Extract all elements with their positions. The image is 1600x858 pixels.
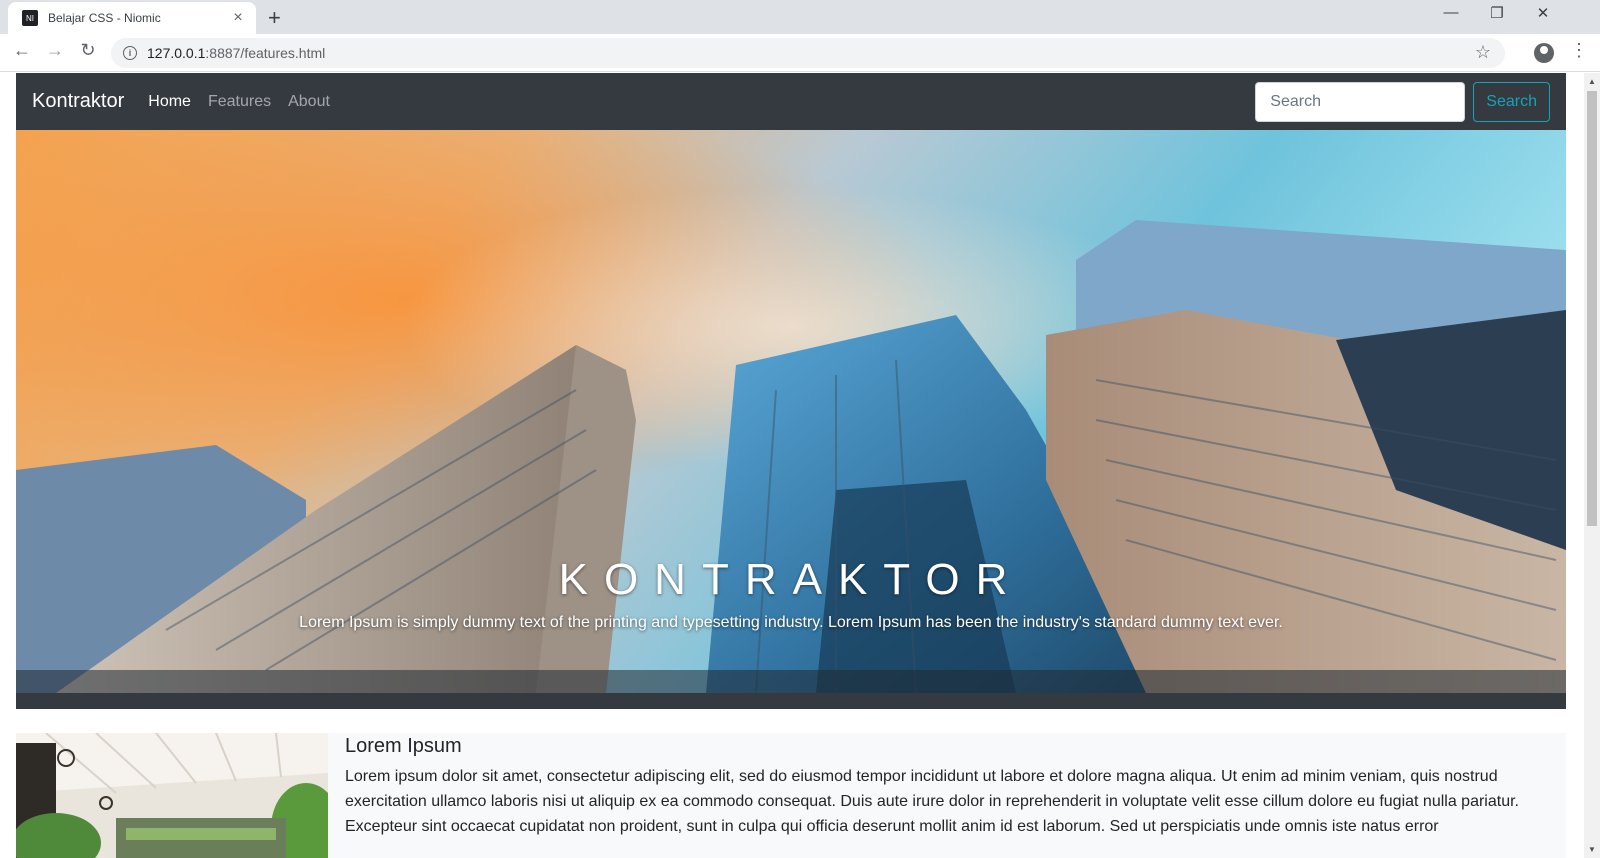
address-bar[interactable]: i 127.0.0.1:8887/features.html ☆ — [111, 38, 1505, 68]
restore-button[interactable]: ❐ — [1474, 4, 1520, 22]
hero-skyscrapers-image — [16, 130, 1566, 693]
tab-title: Belajar CSS - Niomic — [48, 11, 161, 25]
scroll-down-icon[interactable]: ▼ — [1588, 845, 1596, 854]
navbar-brand[interactable]: Kontraktor — [32, 90, 124, 113]
tab-strip: NI Belajar CSS - Niomic × + — ❐ ✕ — [0, 0, 1600, 34]
hero-title: KONTRAKTOR — [558, 555, 1024, 604]
browser-toolbar: ← → ↻ i 127.0.0.1:8887/features.html ☆ — [0, 34, 1600, 72]
scrollbar-thumb[interactable] — [1587, 91, 1597, 526]
media-card: Lorem Ipsum Lorem ipsum dolor sit amet, … — [16, 733, 1566, 858]
browser-menu-icon[interactable]: ⋮ — [1570, 40, 1588, 61]
window-close-button[interactable]: ✕ — [1520, 4, 1566, 22]
site-navbar: Kontraktor Home Features About Search — [16, 73, 1566, 130]
site-favicon-icon: NI — [22, 10, 38, 26]
media-body: Lorem Ipsum Lorem ipsum dolor sit amet, … — [345, 735, 1555, 839]
url-path: :8887/features.html — [205, 45, 326, 61]
search-form: Search — [1255, 81, 1550, 122]
search-input[interactable] — [1255, 81, 1466, 122]
minimize-button[interactable]: — — [1428, 4, 1474, 21]
forward-arrow-icon[interactable]: → — [43, 40, 67, 61]
hero-subtitle: Lorem Ipsum is simply dummy text of the … — [299, 614, 1283, 631]
media-heading: Lorem Ipsum — [345, 735, 462, 757]
media-interior-image — [16, 733, 328, 858]
media-text: Lorem ipsum dolor sit amet, consectetur … — [345, 768, 1519, 835]
search-button[interactable]: Search — [1473, 81, 1550, 122]
nav-link-features[interactable]: Features — [208, 93, 271, 111]
browser-tab[interactable]: NI Belajar CSS - Niomic × — [8, 2, 256, 34]
profile-icon[interactable] — [1534, 43, 1554, 63]
page-scrollbar[interactable]: ▲ ▼ — [1584, 73, 1600, 858]
tab-close-icon[interactable]: × — [230, 9, 246, 27]
bookmark-star-icon[interactable]: ☆ — [1475, 42, 1491, 63]
scroll-up-icon[interactable]: ▲ — [1588, 77, 1596, 86]
nav-link-about[interactable]: About — [288, 93, 330, 111]
url-host: 127.0.0.1 — [147, 45, 206, 61]
back-arrow-icon[interactable]: ← — [10, 40, 34, 61]
page-viewport: Kontraktor Home Features About Search Se… — [0, 73, 1584, 858]
site-info-icon[interactable]: i — [123, 46, 137, 60]
reload-icon[interactable]: ↻ — [76, 40, 100, 61]
new-tab-button[interactable]: + — [268, 5, 281, 31]
hero-jumbotron: KONTRAKTOR Lorem Ipsum is simply dummy t… — [16, 130, 1566, 709]
nav-link-home[interactable]: Home — [148, 93, 191, 111]
